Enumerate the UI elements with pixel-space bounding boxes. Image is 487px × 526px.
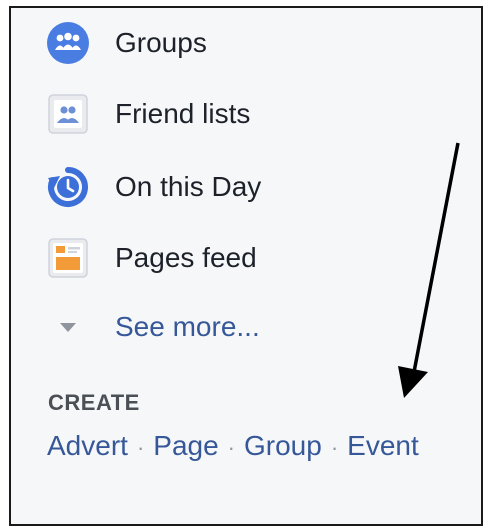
annotation-arrow-head bbox=[398, 366, 428, 398]
annotation-arrow-shaft bbox=[412, 142, 460, 373]
annotation-arrow bbox=[398, 142, 460, 398]
